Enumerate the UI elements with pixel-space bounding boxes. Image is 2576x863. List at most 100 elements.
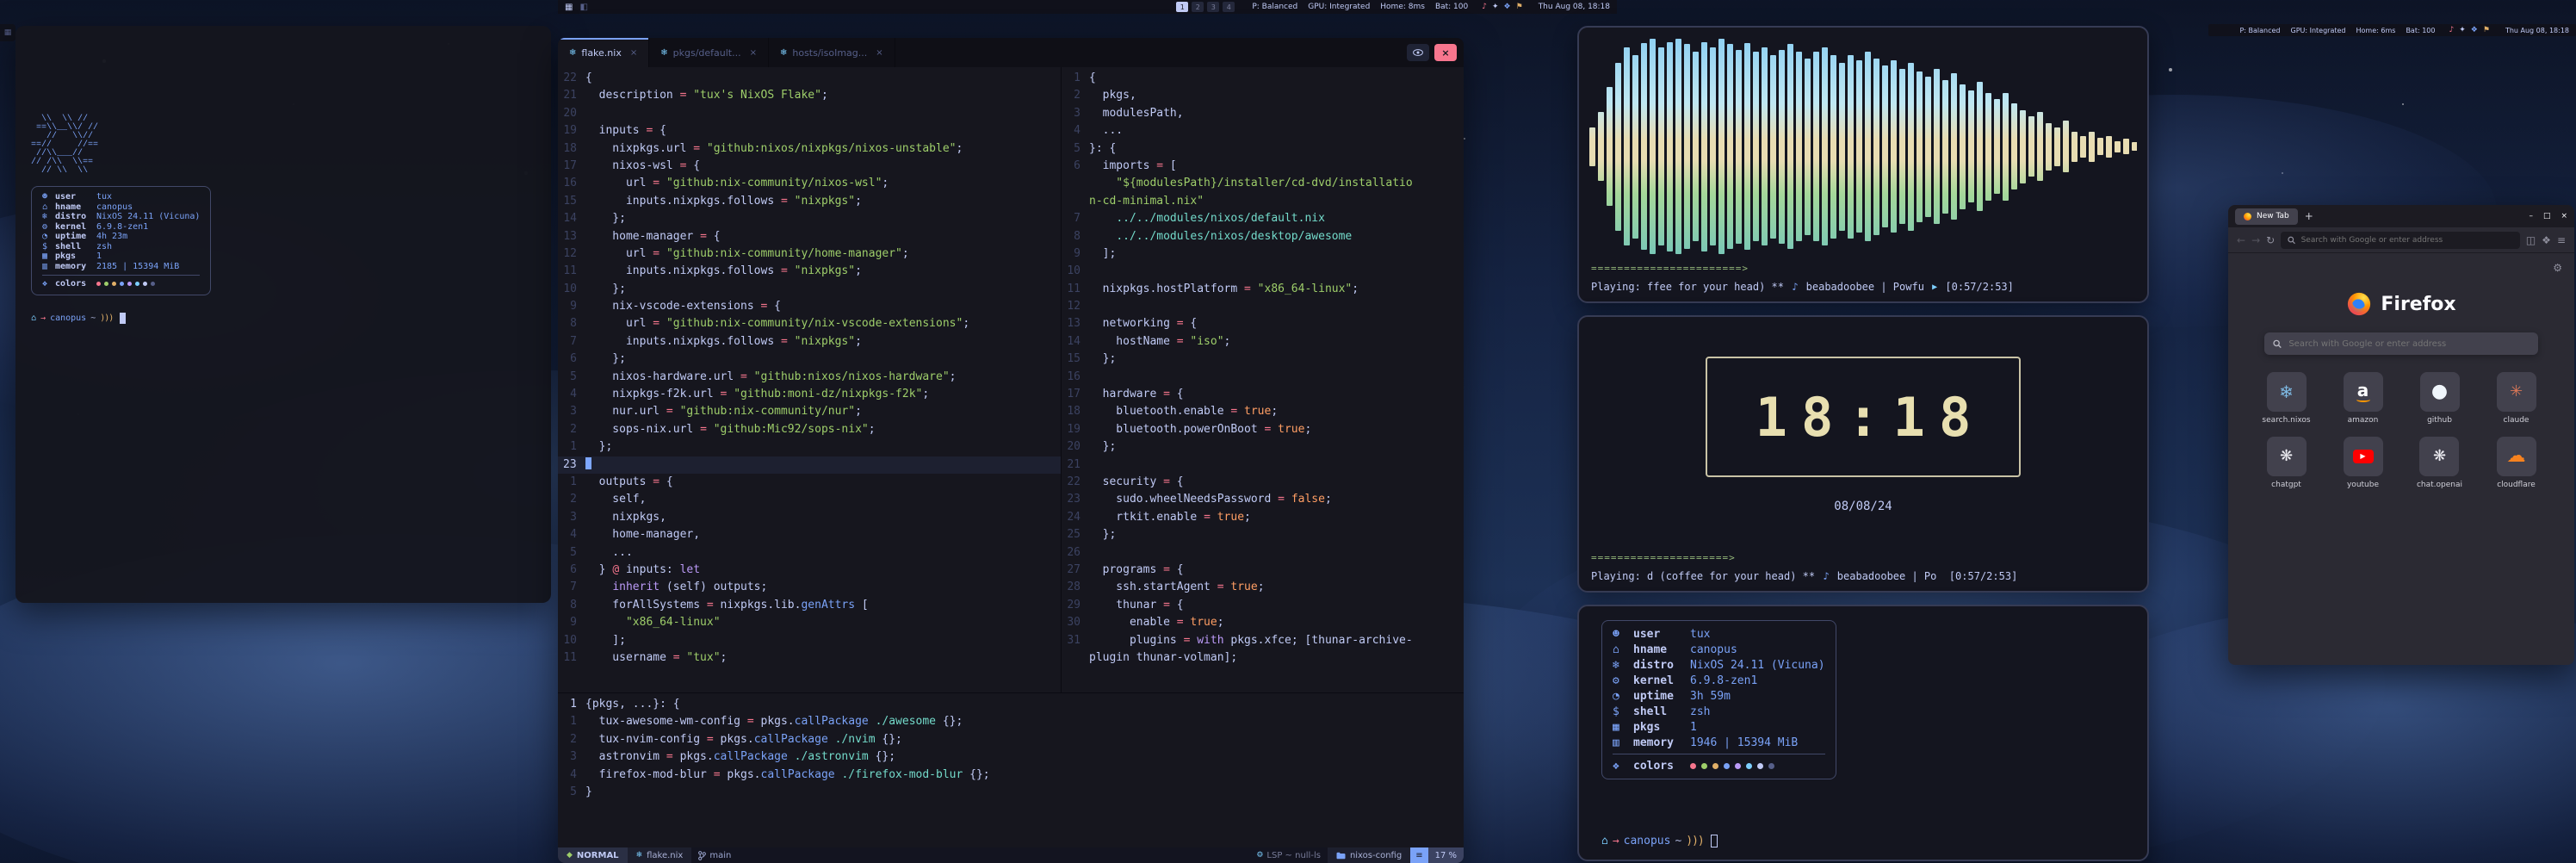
code-line[interactable]: 6 } @ inputs: let — [558, 562, 1061, 579]
code-line[interactable]: 7 inherit (self) outputs; — [558, 579, 1061, 596]
code-line[interactable]: n-cd-minimal.nix" — [1062, 193, 1464, 210]
extensions-icon[interactable]: ❖ — [2542, 234, 2551, 246]
code-line[interactable]: 21 — [1062, 456, 1464, 474]
code-line[interactable]: 1{pkgs, ...}: { — [558, 696, 1464, 713]
code-line[interactable]: 1 tux-awesome-wm-config = pkgs.callPacka… — [558, 713, 1464, 730]
code-line[interactable]: 3 nixpkgs, — [558, 509, 1061, 526]
code-line[interactable]: 15 }; — [1062, 351, 1464, 368]
code-line[interactable]: 9 nix-vscode-extensions = { — [558, 298, 1061, 315]
notification-icon[interactable]: ✦ — [2459, 26, 2466, 34]
shell-prompt[interactable]: ⌂→canopus~))) — [31, 313, 536, 324]
code-line[interactable]: 12 url = "github:nix-community/home-mana… — [558, 245, 1061, 263]
keyboard-layout-icon[interactable]: ⚑ — [2483, 26, 2490, 34]
code-line[interactable]: 27 programs = { — [1062, 562, 1464, 579]
code-line[interactable]: 4 home-manager, — [558, 526, 1061, 543]
shortcut-youtube[interactable]: ▶youtube — [2344, 437, 2383, 489]
gear-icon[interactable]: ⚙ — [2553, 262, 2562, 274]
code-line[interactable]: 11 username = "tux"; — [558, 649, 1061, 667]
code-line[interactable]: "${modulesPath}/installer/cd-dvd/install… — [1062, 175, 1464, 192]
code-line[interactable]: 1{ — [1062, 70, 1464, 87]
code-line[interactable]: 14 hostName = "iso"; — [1062, 333, 1464, 351]
code-line[interactable]: 20 }; — [1062, 438, 1464, 456]
code-line[interactable]: 8 forAllSystems = nixpkgs.lib.genAttrs [ — [558, 597, 1061, 614]
code-line[interactable]: 19 bluetooth.powerOnBoot = true; — [1062, 421, 1464, 438]
code-line[interactable]: 25 }; — [1062, 526, 1464, 543]
code-line[interactable]: 4 nixpkgs-f2k.url = "github:moni-dz/nixp… — [558, 386, 1061, 403]
buffer-pick-button[interactable] — [1407, 44, 1429, 61]
code-line[interactable]: 2 sops-nix.url = "github:Mic92/sops-nix"… — [558, 421, 1061, 438]
code-line[interactable]: 11 nixpkgs.hostPlatform = "x86_64-linux"… — [1062, 281, 1464, 298]
notification-icon[interactable]: ✦ — [1492, 3, 1499, 11]
menu-icon[interactable]: ≡ — [2557, 234, 2566, 246]
code-line[interactable]: 2 pkgs, — [1062, 87, 1464, 104]
code-line[interactable]: 17 nixos-wsl = { — [558, 158, 1061, 175]
shortcut-chat-openai[interactable]: ❋chat.openai — [2417, 437, 2462, 489]
code-line[interactable]: 5} — [558, 784, 1464, 801]
code-line[interactable]: 7 inputs.nixpkgs.follows = "nixpkgs"; — [558, 333, 1061, 351]
close-button[interactable]: × — [2561, 212, 2567, 220]
code-line[interactable]: 15 inputs.nixpkgs.follows = "nixpkgs"; — [558, 193, 1061, 210]
code-line[interactable]: 4 ... — [1062, 122, 1464, 140]
code-line[interactable]: 16 — [1062, 369, 1464, 386]
shortcut-github[interactable]: ●github — [2420, 372, 2460, 425]
window-close-button[interactable]: × — [1434, 44, 1457, 61]
newtab-search-bar[interactable] — [2264, 332, 2538, 355]
shortcut-cloudflare[interactable]: ☁cloudflare — [2497, 437, 2536, 489]
maximize-button[interactable]: □ — [2543, 212, 2551, 220]
code-line[interactable]: 5}: { — [1062, 140, 1464, 158]
code-line[interactable]: 18 nixpkgs.url = "github:nixos/nixpkgs/n… — [558, 140, 1061, 158]
code-line[interactable]: plugin thunar-volman]; — [1062, 649, 1464, 667]
newtab-search-input[interactable] — [2288, 339, 2530, 349]
editor-tab-hosts-isoImag-[interactable]: ❄hosts/isoImag...× — [769, 38, 895, 67]
volume-icon[interactable]: ♪ — [2449, 26, 2454, 34]
workspace-button-1[interactable]: 1 — [1176, 2, 1188, 12]
code-line[interactable]: 8 ../../modules/nixos/desktop/awesome — [1062, 228, 1464, 245]
url-input[interactable] — [2301, 236, 2513, 245]
code-line[interactable]: 8 url = "github:nix-community/nix-vscode… — [558, 315, 1061, 332]
code-line[interactable]: 23 — [558, 456, 1061, 474]
code-line[interactable]: 10 — [1062, 263, 1464, 280]
bluetooth-icon[interactable]: ❖ — [2471, 26, 2478, 34]
workspace-button-2[interactable]: 2 — [1192, 2, 1204, 12]
tab-close-icon[interactable]: × — [750, 48, 757, 58]
code-line[interactable]: 26 — [1062, 544, 1464, 562]
code-line[interactable]: 12 — [1062, 298, 1464, 315]
shortcut-chatgpt[interactable]: ❋chatgpt — [2267, 437, 2307, 489]
code-line[interactable]: 19 inputs = { — [558, 122, 1061, 140]
code-line[interactable]: 1 outputs = { — [558, 474, 1061, 491]
code-line[interactable]: 17 hardware = { — [1062, 386, 1464, 403]
bar-clock[interactable]: Thu Aug 08, 18:18 — [1539, 3, 1610, 11]
code-line[interactable]: 2 self, — [558, 491, 1061, 508]
code-line[interactable]: 3 astronvim = pkgs.callPackage ./astronv… — [558, 748, 1464, 766]
code-line[interactable]: 14 }; — [558, 210, 1061, 227]
bar-clock[interactable]: Thu Aug 08, 18:18 — [2505, 27, 2569, 34]
code-line[interactable]: 5 ... — [558, 544, 1061, 562]
bluetooth-icon[interactable]: ❖ — [1504, 3, 1511, 11]
code-line[interactable]: 21 description = "tux's NixOS Flake"; — [558, 87, 1061, 104]
shell-prompt[interactable]: ⌂→canopus~))) — [1601, 835, 1718, 847]
code-line[interactable]: 7 ../../modules/nixos/default.nix — [1062, 210, 1464, 227]
reload-button[interactable]: ↻ — [2266, 234, 2275, 246]
code-line[interactable]: 13 home-manager = { — [558, 228, 1061, 245]
url-bar[interactable] — [2281, 232, 2520, 249]
code-line[interactable]: 22{ — [558, 70, 1061, 87]
code-line[interactable]: 13 networking = { — [1062, 315, 1464, 332]
code-line[interactable]: 24 rtkit.enable = true; — [1062, 509, 1464, 526]
code-line[interactable]: 16 url = "github:nix-community/nixos-wsl… — [558, 175, 1061, 192]
shortcut-claude[interactable]: ✳claude — [2497, 372, 2536, 425]
new-tab-button[interactable]: + — [2305, 210, 2313, 222]
corner-launcher[interactable]: ▦ — [0, 24, 15, 41]
code-line[interactable]: 31 plugins = with pkgs.xfce; [thunar-arc… — [1062, 632, 1464, 649]
editor-pane-iso-config[interactable]: 1{2 pkgs,3 modulesPath,4 ...5}: {6 impor… — [1062, 67, 1464, 692]
code-line[interactable]: 10 ]; — [558, 632, 1061, 649]
code-line[interactable]: 5 nixos-hardware.url = "github:nixos/nix… — [558, 369, 1061, 386]
code-line[interactable]: 23 sudo.wheelNeedsPassword = false; — [1062, 491, 1464, 508]
workspace-button-3[interactable]: 3 — [1207, 2, 1219, 12]
launcher-icon[interactable]: ▦ — [565, 3, 573, 12]
code-line[interactable]: 6 imports = [ — [1062, 158, 1464, 175]
browser-tab-new-tab[interactable]: New Tab — [2235, 208, 2298, 225]
code-line[interactable]: 29 thunar = { — [1062, 597, 1464, 614]
volume-icon[interactable]: ♪ — [1482, 3, 1487, 11]
back-button[interactable]: ← — [2237, 234, 2245, 246]
code-line[interactable]: 1 }; — [558, 438, 1061, 456]
